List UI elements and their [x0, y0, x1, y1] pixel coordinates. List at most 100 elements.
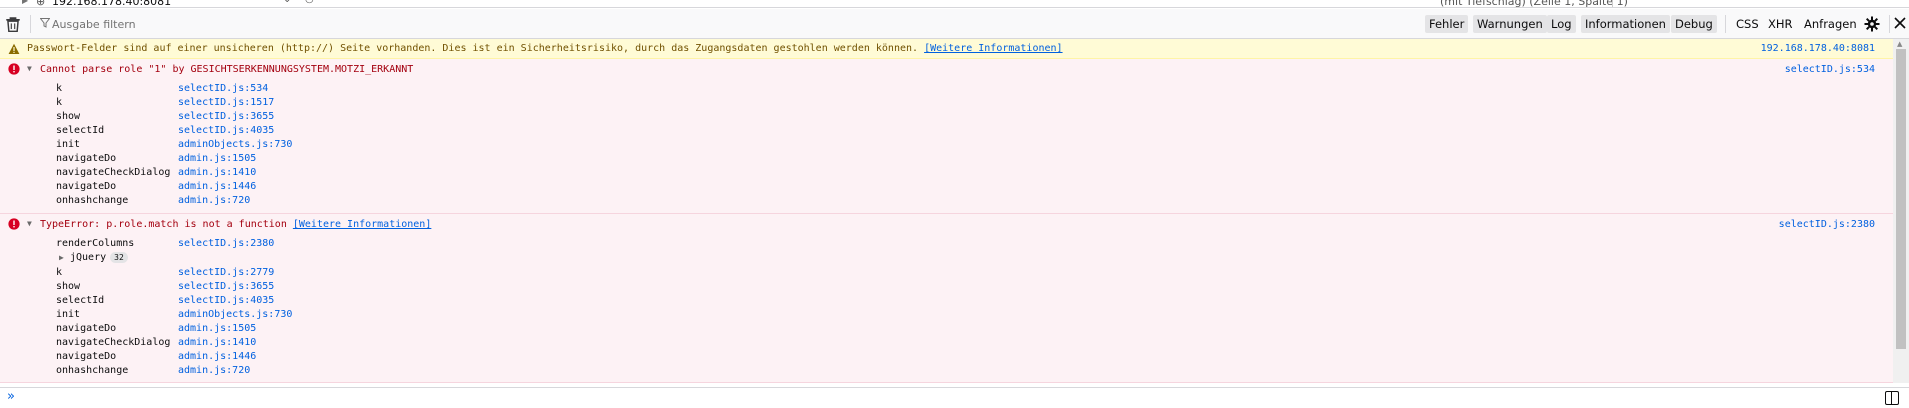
frame-function: init — [56, 309, 81, 320]
stack-frame[interactable]: selectId selectID.js:4035 — [56, 124, 292, 138]
frame-function: onhashchange — [56, 195, 129, 206]
stack-frame[interactable]: onhashchange admin.js:720 — [56, 194, 292, 208]
filter-warnings-button[interactable]: Warnungen — [1473, 15, 1547, 33]
stack-frame[interactable]: k selectID.js:1517 — [56, 96, 292, 110]
message-source-link[interactable]: selectID.js:2380 — [1779, 219, 1875, 230]
stack-frame[interactable]: navigateDo admin.js:1446 — [56, 350, 292, 364]
frame-group-jquery[interactable]: ▶ jQuery 32 — [56, 251, 292, 266]
frame-function: k — [56, 97, 63, 108]
scrollbar-thumb[interactable] — [1896, 49, 1906, 349]
frame-function: navigateCheckDialog — [56, 167, 171, 178]
stack-frame[interactable]: show selectID.js:3655 — [56, 110, 292, 124]
stack-trace: k selectID.js:534 k selectID.js:1517 show s… — [56, 82, 292, 208]
filter-icon — [40, 18, 50, 28]
frame-location-link[interactable]: admin.js:1410 — [178, 167, 256, 178]
globe-icon: ⊕ — [36, 0, 46, 8]
frame-location-link[interactable]: admin.js:1446 — [178, 351, 256, 362]
frame-location-link[interactable]: selectID.js:4035 — [178, 295, 274, 306]
console-error-message: ▼ TypeError: p.role.match is not a funct… — [0, 214, 1893, 383]
learn-more-link[interactable]: [Weitere Informationen] — [924, 43, 1062, 54]
error-icon — [8, 218, 20, 230]
frame-location-link[interactable]: selectID.js:2779 — [178, 267, 274, 278]
request-url[interactable]: 192.168.178.40:8081 — [52, 0, 171, 7]
prompt-chevron-icon: » — [7, 389, 15, 404]
frame-location-link[interactable]: selectID.js:534 — [178, 83, 268, 94]
frame-function: onhashchange — [56, 365, 129, 376]
warning-text: Passwort-Felder sind auf einer unsichere… — [27, 43, 1063, 54]
filter-debug-button[interactable]: Debug — [1671, 15, 1717, 33]
toolbar-divider — [1889, 15, 1890, 33]
frame-function: selectId — [56, 295, 105, 306]
expand-twisty-icon[interactable]: ▶ — [22, 0, 28, 5]
collapse-twisty-icon[interactable]: ▼ — [27, 64, 32, 73]
frame-location-link[interactable]: admin.js:1505 — [178, 153, 256, 164]
output-scrollbar[interactable]: ▲ — [1893, 39, 1909, 383]
stack-frame[interactable]: show selectID.js:3655 — [56, 280, 292, 294]
divider — [1612, 0, 1613, 7]
frame-location-link[interactable]: admin.js:720 — [178, 365, 250, 376]
filter-output-input[interactable] — [52, 14, 1152, 34]
console-error-message: ▼ Cannot parse role "1" by GESICHTSERKEN… — [0, 59, 1893, 214]
error-icon — [8, 63, 20, 75]
network-request-row-partial: ▶ ⊕ 192.168.178.40:8081 ⌄ ○ (mit Tiefsch… — [0, 0, 1909, 8]
learn-more-link[interactable]: [Weitere Informationen] — [293, 219, 431, 230]
frame-location-link[interactable]: admin.js:1446 — [178, 181, 256, 192]
status-text: (mit Tiefschlag) (Zeile 1, Spalte 1) — [1440, 0, 1628, 8]
frame-location-link[interactable]: admin.js:1505 — [178, 323, 256, 334]
stack-frame[interactable]: init adminObjects.js:730 — [56, 308, 292, 322]
frame-function: k — [56, 267, 63, 278]
frame-location-link[interactable]: adminObjects.js:730 — [178, 139, 292, 150]
stack-trace: renderColumns selectID.js:2380 ▶ jQuery 32… — [56, 237, 292, 378]
filter-info-button[interactable]: Informationen — [1581, 15, 1670, 33]
stack-frame[interactable]: selectId selectID.js:4035 — [56, 294, 292, 308]
filter-log-button[interactable]: Log — [1547, 15, 1576, 33]
error-text: TypeError: p.role.match is not a functio… — [40, 219, 431, 230]
split-editor-icon[interactable] — [1885, 391, 1899, 405]
stack-frame[interactable]: navigateCheckDialog admin.js:1410 — [56, 336, 292, 350]
frame-function: show — [56, 111, 81, 122]
frame-location-link[interactable]: selectID.js:1517 — [178, 97, 274, 108]
frame-function: navigateCheckDialog — [56, 337, 171, 348]
stack-frame[interactable]: navigateDo admin.js:1505 — [56, 152, 292, 166]
console-toolbar: Fehler Warnungen Log Informationen Debug… — [0, 9, 1909, 39]
toolbar-divider — [30, 15, 31, 33]
frame-function: navigateDo — [56, 351, 117, 362]
message-source-link[interactable]: 192.168.178.40:8081 — [1761, 43, 1875, 54]
frame-location-link[interactable]: selectID.js:3655 — [178, 281, 274, 292]
expand-twisty-icon[interactable]: ▶ — [59, 251, 64, 265]
chevron-down-icon[interactable]: ⌄ — [283, 0, 291, 5]
frame-location-link[interactable]: selectID.js:2380 — [178, 238, 274, 249]
console-warning-message: Passwort-Felder sind auf einer unsichere… — [0, 39, 1893, 59]
filter-xhr-button[interactable]: XHR — [1764, 15, 1797, 33]
frame-function: init — [56, 139, 81, 150]
stack-frame[interactable]: navigateDo admin.js:1446 — [56, 180, 292, 194]
trash-icon[interactable] — [4, 15, 22, 33]
gear-icon[interactable] — [1864, 16, 1880, 32]
stack-frame[interactable]: renderColumns selectID.js:2380 — [56, 237, 292, 251]
stack-frame[interactable]: k selectID.js:2779 — [56, 266, 292, 280]
frame-location-link[interactable]: selectID.js:4035 — [178, 125, 274, 136]
frame-location-link[interactable]: adminObjects.js:730 — [178, 309, 292, 320]
stack-frame[interactable]: init adminObjects.js:730 — [56, 138, 292, 152]
collapse-twisty-icon[interactable]: ▼ — [27, 219, 32, 228]
stack-frame[interactable]: k selectID.js:534 — [56, 82, 292, 96]
scroll-up-icon[interactable]: ▲ — [1897, 40, 1902, 48]
console-input-row: » — [0, 387, 1909, 408]
stack-frame[interactable]: navigateCheckDialog admin.js:1410 — [56, 166, 292, 180]
frame-location-link[interactable]: admin.js:1410 — [178, 337, 256, 348]
console-input[interactable] — [24, 389, 1864, 407]
frame-function: k — [56, 83, 63, 94]
filter-requests-button[interactable]: Anfragen — [1800, 15, 1861, 33]
frame-location-link[interactable]: selectID.js:3655 — [178, 111, 274, 122]
filter-errors-button[interactable]: Fehler — [1425, 15, 1469, 33]
warning-icon — [8, 43, 20, 54]
frame-function: navigateDo — [56, 323, 117, 334]
message-source-link[interactable]: selectID.js:534 — [1785, 64, 1875, 75]
stack-frame[interactable]: navigateDo admin.js:1505 — [56, 322, 292, 336]
frame-function: show — [56, 281, 81, 292]
frame-function: selectId — [56, 125, 105, 136]
filter-css-button[interactable]: CSS — [1732, 15, 1763, 33]
close-icon[interactable] — [1892, 15, 1908, 31]
stack-frame[interactable]: onhashchange admin.js:720 — [56, 364, 292, 378]
frame-location-link[interactable]: admin.js:720 — [178, 195, 250, 206]
